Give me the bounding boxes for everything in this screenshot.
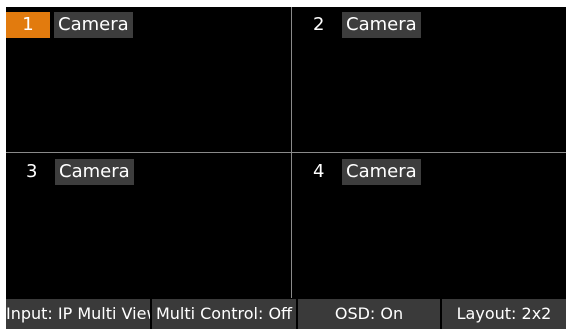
multiview-monitor: 1 Camera 2 Camera 3 Camera 4 Camera Inpu… (6, 7, 566, 329)
camera-tile-1[interactable]: 1 Camera (6, 7, 286, 151)
camera-number: 4 (313, 161, 325, 182)
horizontal-divider (6, 152, 566, 153)
layout-status: Layout: 2x2 (442, 299, 566, 329)
camera-name-label: Camera (54, 12, 133, 38)
input-status: Input: IP Multi View (6, 299, 150, 329)
osd-status: OSD: On (298, 299, 440, 329)
camera-tile-4[interactable]: 4 Camera (293, 154, 566, 297)
camera-number: 1 (6, 12, 50, 38)
camera-tile-2[interactable]: 2 Camera (293, 7, 566, 151)
camera-number: 3 (26, 161, 38, 182)
camera-name-label: Camera (55, 159, 134, 185)
camera-name-label: Camera (342, 159, 421, 185)
camera-name-label: Camera (342, 12, 421, 38)
camera-grid: 1 Camera 2 Camera 3 Camera 4 Camera (6, 7, 566, 298)
camera-number: 2 (313, 14, 325, 35)
multi-control-status: Multi Control: Off (152, 299, 296, 329)
camera-tile-3[interactable]: 3 Camera (6, 154, 286, 297)
status-bar: Input: IP Multi View Multi Control: Off … (6, 299, 566, 329)
